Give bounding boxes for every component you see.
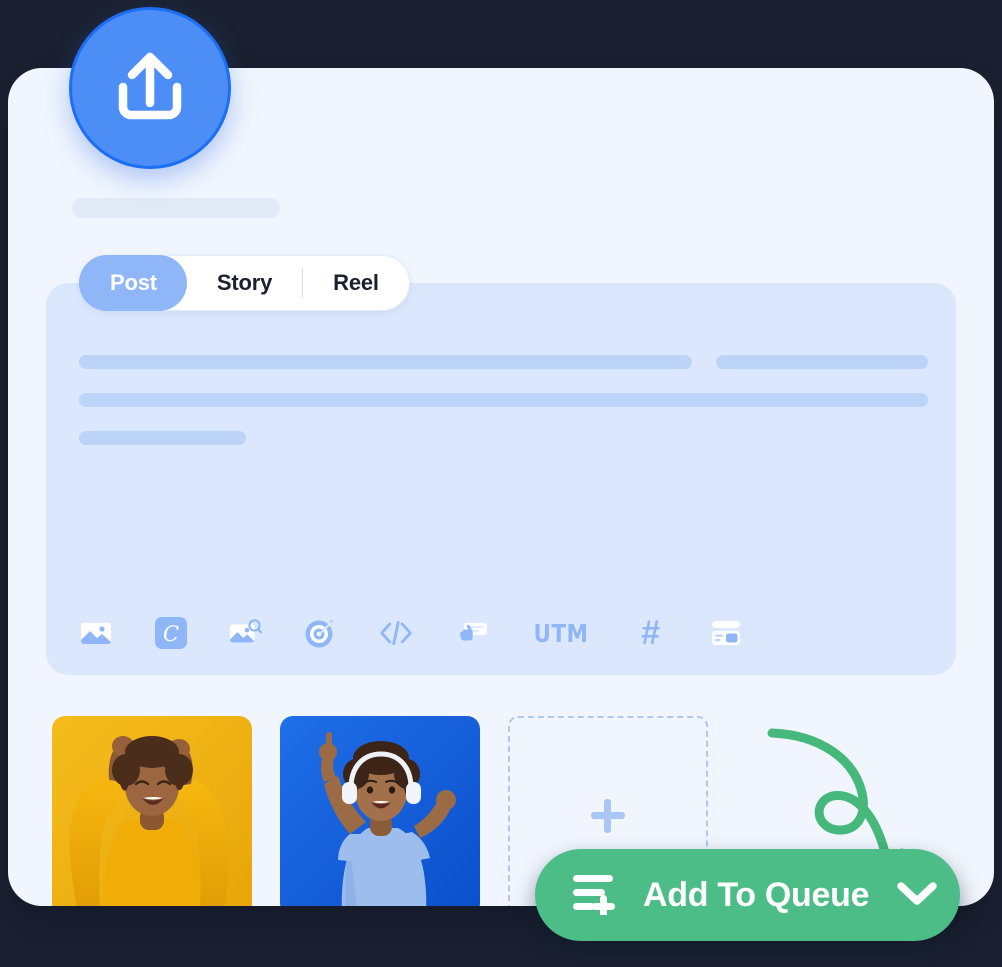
compose-skeleton-line-2 [716,355,928,369]
post-type-tabs: Post Story Reel [79,255,410,311]
media-thumbnail-yellow[interactable] [52,716,252,906]
header-skeleton-bar [72,198,280,218]
hashtag-icon[interactable]: # [634,616,668,650]
composer-card: Post Story Reel C UTM # [8,68,994,906]
svg-text:C: C [163,622,179,646]
chevron-down-icon[interactable] [895,879,939,912]
add-to-queue-button[interactable]: Add To Queue [535,849,960,941]
compose-skeleton-line-4 [79,431,246,445]
screenshot-stage: Post Story Reel C UTM # Add To Queue [0,0,1002,967]
tab-reel[interactable]: Reel [303,256,409,310]
upload-button[interactable] [69,7,231,169]
target-icon[interactable] [304,616,338,650]
code-icon[interactable] [379,616,413,650]
upload-icon [118,52,182,120]
media-thumbnail-blue[interactable] [280,716,480,906]
compose-textarea[interactable]: C UTM # [46,283,956,675]
compose-toolbar: C UTM # [79,613,743,653]
queue-list-add-icon [571,871,619,920]
plus-icon [591,799,625,833]
add-to-queue-label: Add To Queue [643,875,870,914]
utm-label: UTM [533,618,589,648]
utm-icon[interactable]: UTM [529,616,593,650]
image-search-icon[interactable] [229,616,263,650]
tab-story[interactable]: Story [187,256,302,310]
compose-skeleton-line-3 [79,393,928,407]
tab-post[interactable]: Post [79,255,187,311]
link-preview-icon[interactable] [709,616,743,650]
compose-skeleton-line-1 [79,355,692,369]
image-icon[interactable] [79,616,113,650]
canva-icon[interactable]: C [154,616,188,650]
tab-reel-label: Reel [333,270,379,295]
tab-post-label: Post [110,270,157,295]
first-comment-icon[interactable] [454,616,488,650]
hashtag-label: # [641,614,661,652]
tab-story-label: Story [216,270,273,295]
